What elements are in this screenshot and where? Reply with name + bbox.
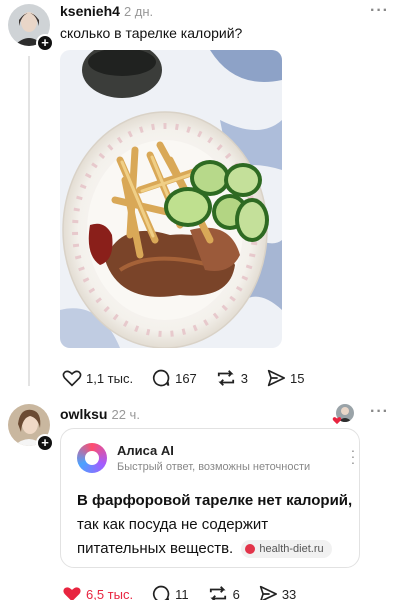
alice-logo-icon xyxy=(77,443,107,473)
reply-like-button[interactable]: 6,5 тыс. xyxy=(62,585,133,600)
alice-answer: В фарфоровой тарелке нет калорий, так ка… xyxy=(77,489,357,561)
reply-comment-button[interactable]: 11 xyxy=(151,584,189,600)
post-time: 2 дн. xyxy=(123,4,154,19)
repost-icon xyxy=(209,586,226,600)
reply-username[interactable]: owlksu xyxy=(60,406,107,422)
post-username[interactable]: ksenieh4 xyxy=(60,3,120,19)
reply-more-icon[interactable]: ··· xyxy=(370,403,389,421)
alice-name: Алиса AI xyxy=(117,443,174,458)
share-button[interactable]: 15 xyxy=(266,369,305,387)
source-chip[interactable]: health-diet.ru xyxy=(241,540,332,559)
repost-icon xyxy=(217,370,234,386)
follow-plus-icon[interactable]: + xyxy=(36,34,54,52)
reply-share-count: 33 xyxy=(281,586,297,600)
alice-ai-card[interactable]: Алиса AI Быстрый ответ, возможны неточно… xyxy=(60,428,360,568)
reply-time: 22 ч. xyxy=(111,407,140,422)
post-actions: 1,1 тыс. 167 3 15 xyxy=(62,368,323,388)
post-more-icon[interactable]: ··· xyxy=(370,2,389,20)
post-photo[interactable] xyxy=(60,50,282,348)
reply-actions: 6,5 тыс. 11 6 33 xyxy=(62,584,314,600)
reply-comment-count: 11 xyxy=(175,586,189,600)
thread-line xyxy=(28,56,30,386)
source-icon xyxy=(245,544,256,555)
heart-icon xyxy=(62,370,82,387)
reply-author[interactable]: owlksu 22 ч. xyxy=(60,406,140,422)
share-icon xyxy=(267,369,286,387)
repost-button[interactable]: 3 xyxy=(215,369,248,387)
alice-subtitle: Быстрый ответ, возможны неточности xyxy=(117,461,311,473)
heart-filled-icon xyxy=(63,587,81,600)
alice-more-icon[interactable]: · · · xyxy=(349,443,357,469)
comment-icon xyxy=(153,585,170,600)
comment-count: 167 xyxy=(175,370,197,386)
alice-answer-text: так как посуда не содержит питательных в… xyxy=(77,516,269,557)
comment-icon xyxy=(153,369,170,387)
follow-plus-icon[interactable]: + xyxy=(36,434,54,452)
like-button[interactable]: 1,1 тыс. xyxy=(62,369,133,387)
post-text: сколько в тарелке калорий? xyxy=(60,25,243,41)
share-icon xyxy=(259,585,277,600)
reply-repost-count: 6 xyxy=(232,586,240,600)
reply-like-count: 6,5 тыс. xyxy=(86,586,134,600)
reply-share-button[interactable]: 33 xyxy=(258,585,296,600)
post-author[interactable]: ksenieh4 2 дн. xyxy=(60,3,153,19)
comment-button[interactable]: 167 xyxy=(151,368,197,388)
repost-count: 3 xyxy=(240,370,249,386)
like-count: 1,1 тыс. xyxy=(86,370,134,386)
liked-heart-icon xyxy=(332,417,342,425)
reply-repost-button[interactable]: 6 xyxy=(207,585,240,600)
source-label: health-diet.ru xyxy=(259,543,324,556)
share-count: 15 xyxy=(290,370,305,386)
alice-answer-bold: В фарфоровой тарелке нет калорий, xyxy=(77,492,353,509)
